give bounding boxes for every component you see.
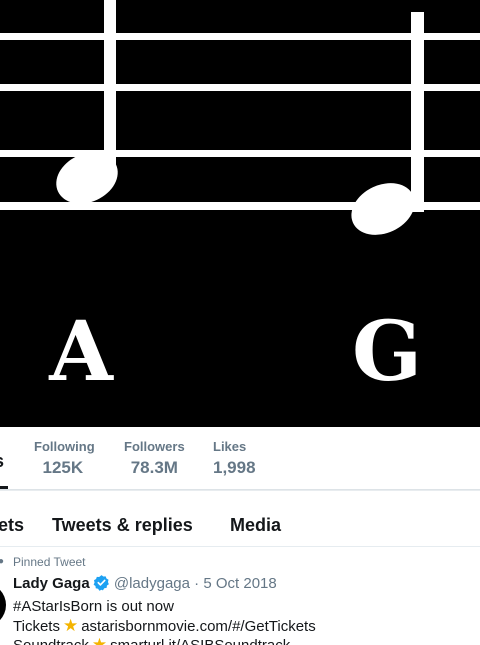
stat-likes[interactable]: Likes 1,998 [213,439,256,479]
author-name[interactable]: Lady Gaga [13,575,90,592]
pin-icon: ● [0,556,5,567]
stat-followers-label: Followers [124,439,185,454]
stat-likes-label: Likes [213,439,247,454]
profile-stats-bar: s Following 125K Followers 78.3M Likes 1… [0,427,480,490]
pinned-tweet[interactable]: ● Pinned Tweet Lady Gaga @ladygaga · 5 O… [0,547,480,645]
hashtag-link[interactable]: #AStarIsBorn is out now [13,598,174,615]
soundtrack-link[interactable]: smarturl.it/ASIBSoundtrack [110,637,290,645]
star-icon: ★ [91,635,108,645]
stat-followers-value: 78.3M [130,458,178,477]
stat-followers[interactable]: Followers 78.3M [124,439,185,479]
tweet-text: Tickets [13,618,60,635]
music-staff-illustration: A G [0,0,480,400]
tweet-separator: · [194,575,200,592]
staff-line [0,33,480,40]
star-icon: ★ [62,616,79,635]
avatar[interactable] [0,583,6,627]
quarter-note-icon [56,0,118,204]
staff-line [0,84,480,91]
tab-media[interactable]: Media [230,515,281,536]
note-letter-a: A [48,304,114,400]
profile-tabs: ets Tweets & replies Media [0,491,480,547]
tweet-text-line: #AStarIsBorn is out now [13,597,174,616]
stat-following[interactable]: Following 125K [34,439,95,479]
tweet-header: Lady Gaga @ladygaga · 5 Oct 2018 [13,574,277,595]
tickets-link[interactable]: astarisbornmovie.com/#/GetTickets [81,618,316,635]
stat-likes-value: 1,998 [213,458,256,477]
profile-banner: A G [0,0,480,427]
stat-following-value: 125K [42,458,84,477]
tweet-text-line: Soundtrack★smarturl.it/ASIBSoundtrack [13,635,290,645]
quarter-note-icon [351,12,424,235]
note-letter-g: G [352,304,422,400]
author-handle[interactable]: @ladygaga [114,575,190,592]
tweet-date[interactable]: 5 Oct 2018 [203,575,276,592]
tab-tweets-replies[interactable]: Tweets & replies [52,515,193,536]
tweet-text-line: Tickets ★ astarisbornmovie.com/#/GetTicket… [13,616,316,636]
tab-tweets[interactable]: ets [0,515,24,536]
staff-line [0,150,480,157]
stat-following-label: Following [34,439,95,454]
tweet-text: Soundtrack [13,637,89,645]
stat-tweets-label-cut[interactable]: s [0,451,4,472]
verified-badge-icon [93,574,110,595]
pinned-tweet-label: Pinned Tweet [13,555,86,569]
